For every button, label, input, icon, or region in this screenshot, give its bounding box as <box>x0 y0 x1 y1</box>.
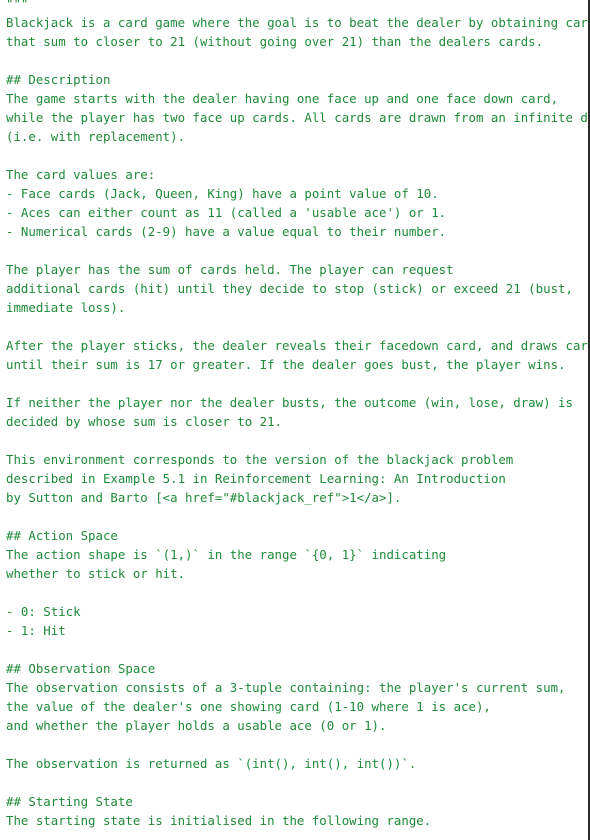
code-line: This environment corresponds to the vers… <box>6 452 514 467</box>
code-line: while the player has two face up cards. … <box>6 110 588 125</box>
code-line: - Face cards (Jack, Queen, King) have a … <box>6 186 439 201</box>
docstring-text: """ Blackjack is a card game where the go… <box>6 0 588 830</box>
code-line: that sum to closer to 21 (without going … <box>6 34 544 49</box>
code-line: The starting state is initialised in the… <box>6 813 432 828</box>
code-line: ## Starting State <box>6 794 133 809</box>
code-line: ## Action Space <box>6 528 118 543</box>
code-line: - 1: Hit <box>6 623 66 638</box>
code-line: - Numerical cards (2-9) have a value equ… <box>6 224 447 239</box>
code-line: After the player sticks, the dealer reve… <box>6 338 588 353</box>
code-line: The player has the sum of cards held. Th… <box>6 262 454 277</box>
code-line: until their sum is 17 or greater. If the… <box>6 357 566 372</box>
code-line: immediate loss). <box>6 300 126 315</box>
code-line: whether to stick or hit. <box>6 566 186 581</box>
code-line: (i.e. with replacement). <box>6 129 186 144</box>
code-line: Blackjack is a card game where the goal … <box>6 15 588 30</box>
code-line: - Aces can either count as 11 (called a … <box>6 205 447 220</box>
code-line: """ <box>6 0 29 11</box>
code-line: The game starts with the dealer having o… <box>6 91 559 106</box>
code-line: by Sutton and Barto [<a href="#blackjack… <box>6 490 402 505</box>
code-line: The card values are: <box>6 167 156 182</box>
code-line: and whether the player holds a usable ac… <box>6 718 387 733</box>
code-line: ## Description <box>6 72 111 87</box>
code-line: ## Observation Space <box>6 661 156 676</box>
code-line: the value of the dealer's one showing ca… <box>6 699 491 714</box>
code-line: The observation is returned as `(int(), … <box>6 756 417 771</box>
code-line: additional cards (hit) until they decide… <box>6 281 573 296</box>
code-line: The action shape is `(1,)` in the range … <box>6 547 447 562</box>
code-line: decided by whose sum is closer to 21. <box>6 414 283 429</box>
code-line: The observation consists of a 3-tuple co… <box>6 680 566 695</box>
code-line: If neither the player nor the dealer bus… <box>6 395 573 410</box>
code-line: - 0: Stick <box>6 604 81 619</box>
code-editor[interactable]: """ Blackjack is a card game where the go… <box>0 0 590 840</box>
code-line: described in Example 5.1 in Reinforcemen… <box>6 471 506 486</box>
